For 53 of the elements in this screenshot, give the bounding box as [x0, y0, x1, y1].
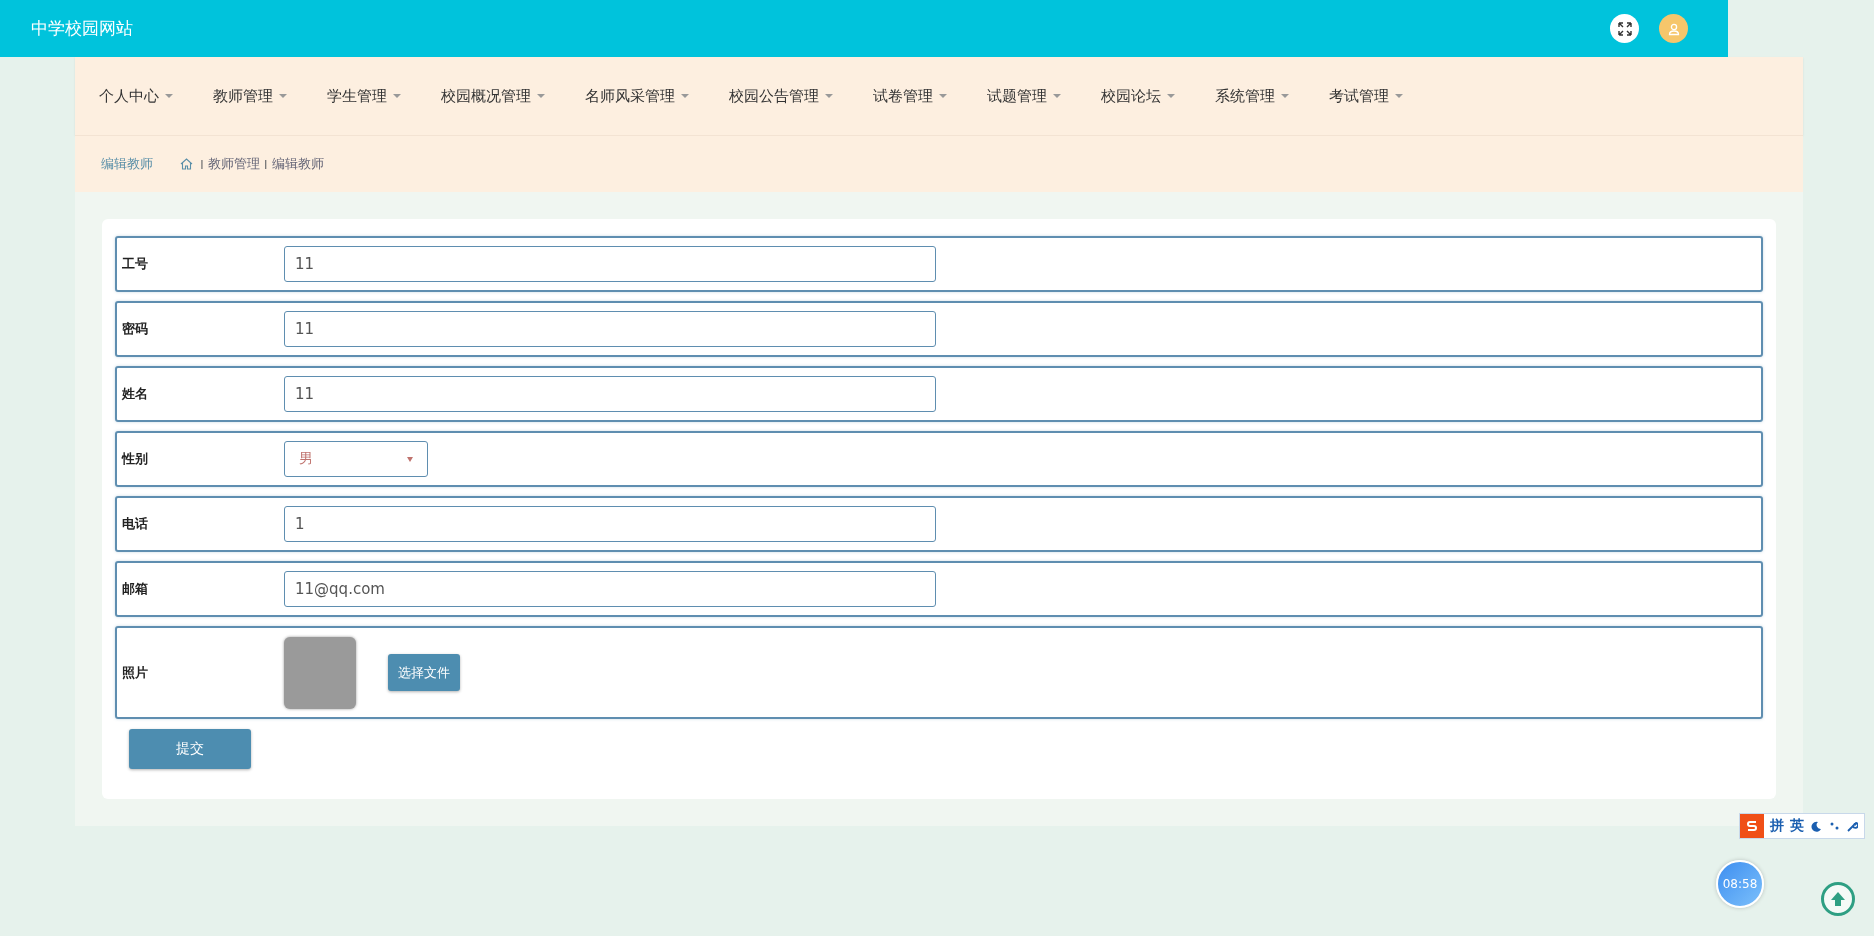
ime-mode-label[interactable]: 拼 [1770, 817, 1784, 835]
nav-menu-item[interactable]: 学生管理 [327, 86, 401, 106]
caret-icon [1395, 94, 1403, 98]
site-title: 中学校园网站 [31, 18, 133, 40]
input-field[interactable]: 11 [284, 376, 936, 412]
breadcrumb-link[interactable]: 教师管理 [207, 155, 260, 173]
input-field[interactable]: 1 [284, 506, 936, 542]
nav-menu-item[interactable]: 名师风采管理 [585, 86, 689, 106]
nav-menu-item[interactable]: 校园概况管理 [441, 86, 545, 106]
gender-select[interactable]: 男 [284, 441, 428, 477]
breadcrumb-separator: I [263, 156, 268, 172]
field-label: 电话 [121, 515, 149, 533]
nav-menu-item[interactable]: 试卷管理 [873, 86, 947, 106]
field-label: 工号 [121, 255, 149, 273]
nav-menu-item[interactable]: 试题管理 [987, 86, 1061, 106]
nav-menu-item[interactable]: 教师管理 [213, 86, 287, 106]
caret-icon [681, 94, 689, 98]
input-field[interactable]: 11 [284, 246, 936, 282]
caret-icon [165, 94, 173, 98]
wrench-icon[interactable] [1847, 820, 1858, 832]
field-label: 照片 [121, 663, 149, 682]
nav-menu-item[interactable]: 系统管理 [1215, 86, 1289, 106]
clock-badge: 08:58 [1716, 860, 1764, 908]
moon-icon[interactable] [1811, 820, 1822, 832]
caret-icon [537, 94, 545, 98]
ime-mode-label[interactable]: 英 [1790, 817, 1804, 835]
caret-icon [825, 94, 833, 98]
caret-icon [1281, 94, 1289, 98]
choose-file-button[interactable]: 选择文件 [388, 654, 460, 691]
caret-icon [407, 456, 413, 462]
nav-menu-item[interactable]: 考试管理 [1329, 86, 1403, 106]
field-label: 性别 [120, 450, 149, 468]
page-title: 编辑教师 [101, 155, 153, 173]
breadcrumb-separator: I [200, 156, 204, 172]
back-to-top-button[interactable] [1821, 882, 1855, 916]
breadcrumb-link[interactable]: 编辑教师 [271, 155, 324, 173]
nav-menu-item[interactable]: 校园论坛 [1101, 86, 1175, 106]
input-field[interactable]: 11 [284, 311, 936, 347]
field-label: 姓名 [121, 385, 149, 403]
caret-icon [939, 94, 947, 98]
nav-menu-item[interactable]: 校园公告管理 [729, 86, 833, 106]
punctuation-icon[interactable] [1829, 820, 1840, 832]
caret-icon [1053, 94, 1061, 98]
home-icon[interactable] [180, 158, 193, 170]
field-label: 邮箱 [121, 580, 149, 598]
nav-menu-item[interactable]: 个人中心 [99, 86, 173, 106]
fullscreen-icon[interactable] [1610, 14, 1639, 43]
caret-icon [279, 94, 287, 98]
field-label: 密码 [121, 320, 149, 338]
submit-button[interactable]: 提交 [129, 729, 251, 769]
caret-icon [1167, 94, 1175, 98]
caret-icon [393, 94, 401, 98]
input-field[interactable]: 11@qq.com [284, 571, 936, 607]
